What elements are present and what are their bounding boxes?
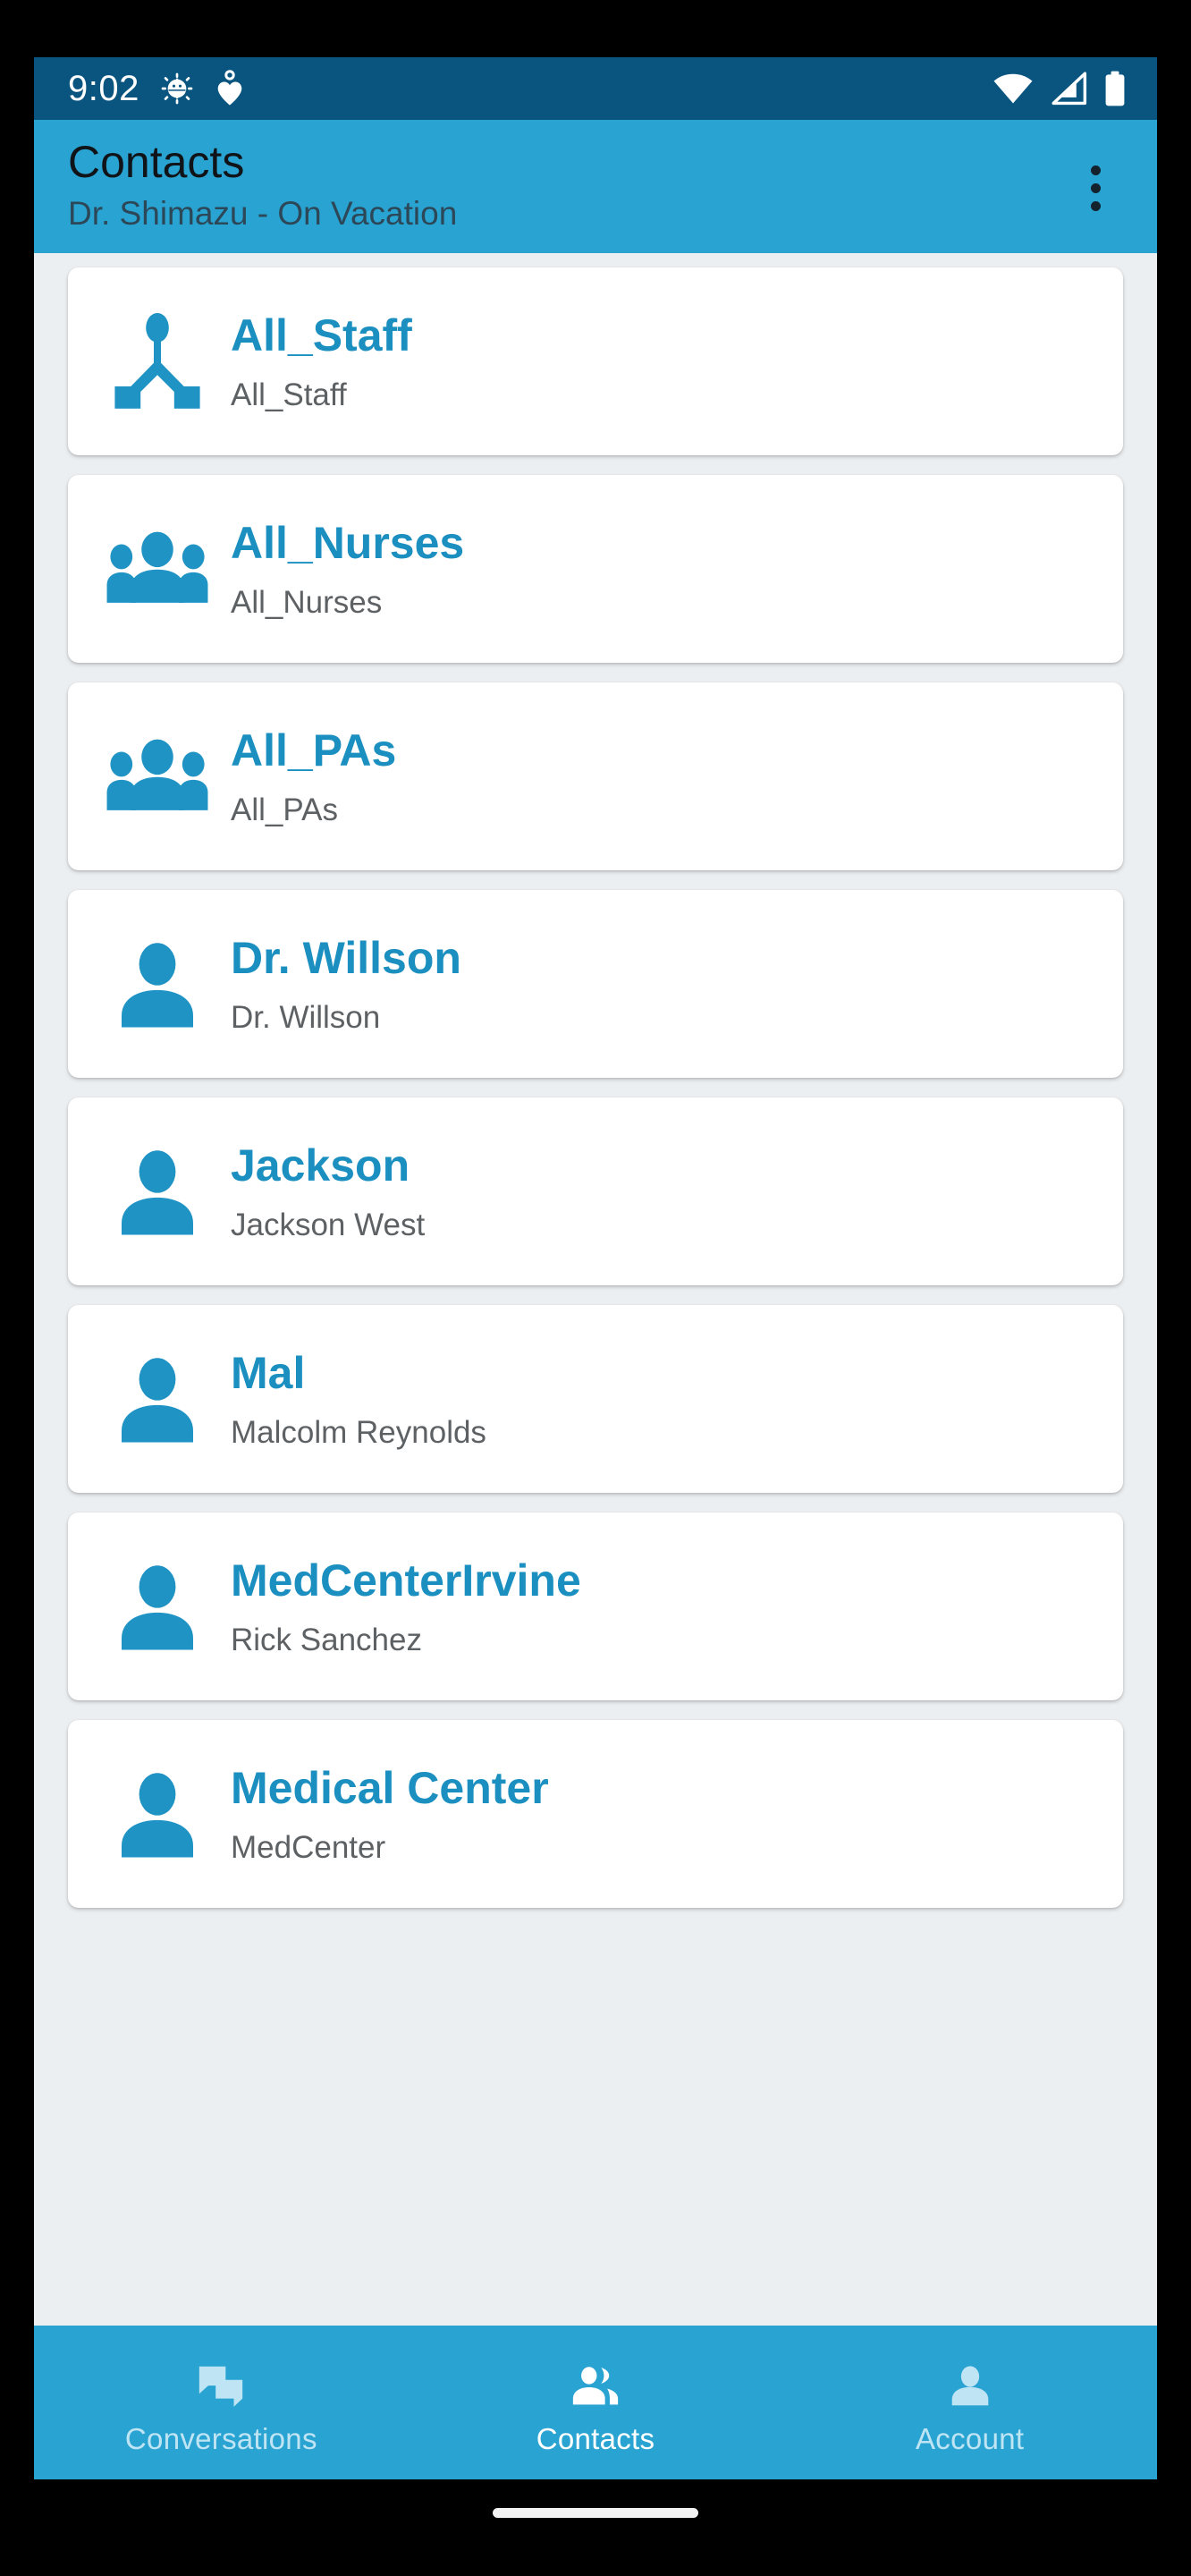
contact-title: All_Nurses: [231, 518, 465, 569]
group-people-icon: [98, 719, 216, 834]
group-people-icon: [98, 512, 216, 626]
contact-title: All_PAs: [231, 725, 397, 776]
nav-label-account: Account: [916, 2421, 1025, 2455]
contact-subtitle: All_Nurses: [231, 586, 383, 621]
android-bug-icon: [161, 72, 193, 105]
phone-screen: 9:02 Contacts Dr. Shimazu - On Vacation …: [34, 57, 1157, 2479]
contact-text-group: All_PAs All_PAs: [216, 719, 1100, 834]
heart-person-icon: [217, 70, 242, 106]
battery-icon: [1105, 71, 1125, 106]
contact-subtitle: All_PAs: [231, 793, 338, 828]
overflow-dot: [1090, 182, 1101, 193]
status-clock: 9:02: [68, 69, 139, 108]
contact-title: Mal: [231, 1348, 306, 1399]
contact-card-medcenterirvine[interactable]: MedCenterIrvine Rick Sanchez: [68, 1513, 1123, 1701]
contact-subtitle: Jackson West: [231, 1208, 426, 1243]
home-indicator-pill[interactable]: [493, 2507, 698, 2518]
person-icon: [98, 1134, 216, 1249]
contact-title: Medical Center: [231, 1763, 549, 1814]
contact-text-group: All_Nurses All_Nurses: [216, 512, 1100, 626]
contact-card-medical-center[interactable]: Medical Center MedCenter: [68, 1720, 1123, 1909]
person-icon: [98, 927, 216, 1041]
contact-text-group: Dr. Willson Dr. Willson: [216, 927, 1100, 1041]
overflow-dot: [1090, 200, 1101, 211]
person-icon: [98, 1757, 216, 1871]
app-bar: Contacts Dr. Shimazu - On Vacation: [34, 120, 1157, 254]
nav-label-contacts: Contacts: [536, 2421, 655, 2455]
contact-text-group: All_Staff All_Staff: [216, 304, 1100, 419]
nav-tab-conversations[interactable]: Conversations: [34, 2326, 409, 2479]
nav-tab-contacts[interactable]: Contacts: [409, 2326, 783, 2479]
contact-subtitle: All_Staff: [231, 378, 347, 413]
people-icon: [572, 2366, 619, 2404]
contact-subtitle: Malcolm Reynolds: [231, 1416, 486, 1451]
contact-text-group: Mal Malcolm Reynolds: [216, 1342, 1100, 1456]
contact-card-all-staff[interactable]: All_Staff All_Staff: [68, 267, 1123, 456]
contact-title: Dr. Willson: [231, 933, 461, 984]
phone-screenshot: 9:02 Contacts Dr. Shimazu - On Vacation …: [0, 0, 1191, 2576]
nav-tab-account[interactable]: Account: [782, 2326, 1157, 2479]
person-icon: [98, 1549, 216, 1664]
status-bar-right: [992, 70, 1127, 107]
contact-title: All_Staff: [231, 310, 412, 361]
chat-bubbles-icon: [199, 2366, 243, 2407]
contact-card-jackson[interactable]: Jackson Jackson West: [68, 1097, 1123, 1286]
overflow-dot: [1090, 165, 1101, 175]
contact-text-group: MedCenterIrvine Rick Sanchez: [216, 1549, 1100, 1664]
contact-subtitle: Rick Sanchez: [231, 1623, 422, 1658]
contact-card-dr-willson[interactable]: Dr. Willson Dr. Willson: [68, 890, 1123, 1079]
more-vertical-icon[interactable]: [1064, 154, 1127, 222]
person-icon: [951, 2365, 988, 2405]
org-hierarchy-icon: [98, 304, 216, 419]
wifi-icon: [993, 73, 1033, 104]
person-icon: [98, 1342, 216, 1456]
contact-card-all-pas[interactable]: All_PAs All_PAs: [68, 682, 1123, 871]
gesture-navigation-area: [34, 2479, 1157, 2546]
page-title: Contacts: [68, 137, 245, 187]
contact-text-group: Medical Center MedCenter: [216, 1757, 1100, 1871]
cellular-signal-icon: [1052, 72, 1087, 106]
contact-subtitle: Dr. Willson: [231, 1001, 381, 1036]
contact-text-group: Jackson Jackson West: [216, 1134, 1100, 1249]
status-bar: 9:02: [34, 57, 1157, 120]
nav-label-conversations: Conversations: [124, 2421, 317, 2455]
contact-subtitle: MedCenter: [231, 1831, 386, 1866]
contacts-list[interactable]: All_Staff All_Staff All_Nurses All_Nurse…: [34, 253, 1157, 2479]
status-bar-left: 9:02: [68, 70, 245, 107]
contact-card-mal[interactable]: Mal Malcolm Reynolds: [68, 1305, 1123, 1494]
contact-title: MedCenterIrvine: [231, 1555, 581, 1606]
contact-title: Jackson: [231, 1140, 410, 1191]
contact-card-all-nurses[interactable]: All_Nurses All_Nurses: [68, 475, 1123, 664]
page-subtitle: Dr. Shimazu - On Vacation: [68, 195, 458, 232]
app-bar-text-group: Contacts Dr. Shimazu - On Vacation: [68, 136, 1064, 233]
bottom-navigation-bar: Conversations Contacts Account: [34, 2326, 1157, 2479]
